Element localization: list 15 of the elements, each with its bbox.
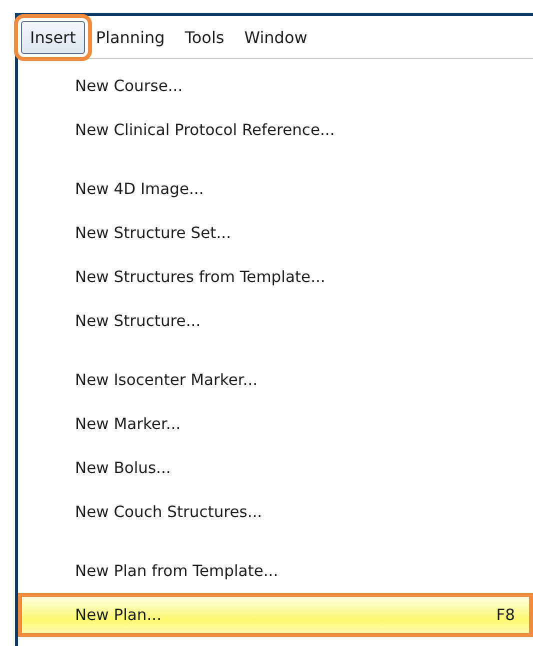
menu-item[interactable]: New Structures from Template... [18,255,533,299]
menu-item[interactable]: New 4D Image... [18,167,533,211]
menu-item[interactable]: New Marker... [18,402,533,446]
menu-item[interactable]: New Plan... F8 [18,593,533,637]
menu-item[interactable]: New Bolus... [18,446,533,490]
menu-bar-item[interactable]: Window [235,20,316,54]
menu-item[interactable]: New Structure... [18,299,533,343]
menu-item[interactable]: New Course... [18,64,533,108]
menu-bar-item[interactable]: Planning [86,20,174,54]
menu-item[interactable]: New Couch Structures... [18,490,533,534]
menu-bar-item[interactable]: Tools [176,20,234,54]
menu-item[interactable]: New Isocenter Marker... [18,358,533,402]
menu-item[interactable]: New Structure Set... [18,211,533,255]
menu-item[interactable]: New Clinical Protocol Reference... [18,108,533,152]
menu-item[interactable]: New Plan from Template... [18,549,533,593]
